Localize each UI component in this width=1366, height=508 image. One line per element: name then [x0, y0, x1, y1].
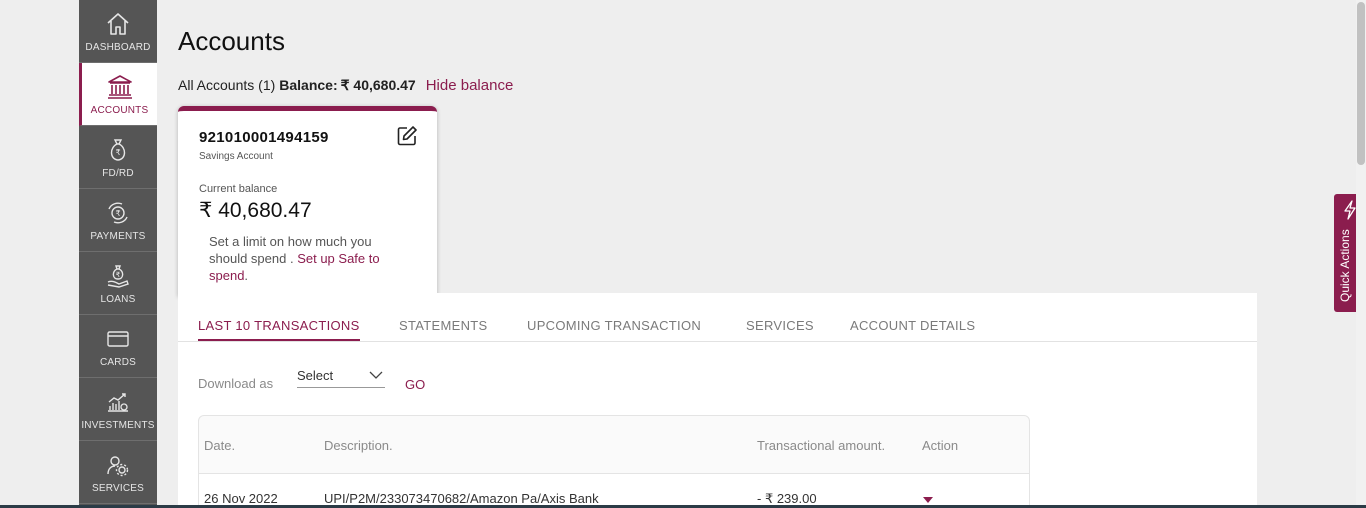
row-description: UPI/P2M/233073470682/Amazon Pa/Axis Bank: [324, 491, 599, 506]
current-balance-label: Current balance: [199, 183, 278, 195]
svg-text:₹: ₹: [115, 209, 120, 218]
accounts-summary: All Accounts (1) Balance: ₹ 40,680.47 Hi…: [178, 77, 513, 94]
sidebar-item-label: FD/RD: [102, 168, 134, 179]
go-button[interactable]: GO: [405, 377, 425, 392]
download-as-label: Download as: [198, 376, 274, 391]
row-date: 26 Nov 2022: [204, 491, 278, 506]
svg-text:₹: ₹: [115, 148, 120, 157]
account-card[interactable]: 921010001494159 Savings Account Current …: [178, 106, 437, 296]
sidebar-item-cards[interactable]: CARDS: [79, 315, 157, 378]
quick-actions-label: Quick Actions: [1338, 229, 1352, 302]
edit-icon[interactable]: [396, 125, 418, 147]
transactions-table: Date. Description. Transactional amount.…: [198, 415, 1030, 508]
sidebar-item-fdrd[interactable]: ₹ FD/RD: [79, 126, 157, 189]
payments-icon: ₹: [103, 198, 133, 228]
hide-balance-link[interactable]: Hide balance: [426, 77, 514, 94]
sidebar-item-services[interactable]: SERVICES: [79, 441, 157, 504]
sidebar-item-label: PAYMENTS: [90, 231, 146, 242]
header-date: Date.: [204, 438, 236, 453]
transactions-panel: LAST 10 TRANSACTIONS STATEMENTS UPCOMING…: [178, 293, 1257, 508]
sidebar-item-label: LOANS: [100, 294, 136, 305]
expand-row-icon[interactable]: [922, 491, 934, 503]
all-accounts-label: All Accounts (1): [178, 77, 276, 93]
table-row: 26 Nov 2022 UPI/P2M/233073470682/Amazon …: [199, 474, 1029, 508]
tab-statements[interactable]: STATEMENTS: [399, 318, 487, 339]
card-icon: [103, 324, 133, 354]
download-format-select[interactable]: Select: [297, 367, 385, 388]
account-type: Savings Account: [199, 151, 273, 162]
sidebar-item-label: ACCOUNTS: [90, 105, 149, 116]
sidebar-item-accounts[interactable]: ACCOUNTS: [79, 63, 157, 126]
sidebar-item-loans[interactable]: ₹ LOANS: [79, 252, 157, 315]
header-action: Action: [922, 438, 959, 453]
total-balance: ₹ 40,680.47: [340, 77, 416, 93]
chevron-down-icon: [369, 368, 383, 379]
services-icon: [103, 450, 133, 480]
sidebar-item-payments[interactable]: ₹ PAYMENTS: [79, 189, 157, 252]
safe-to-spend-text: Set a limit on how much you should spend…: [209, 233, 399, 284]
investments-icon: [103, 387, 133, 417]
download-format-value: Select: [297, 368, 334, 383]
svg-text:₹: ₹: [116, 271, 121, 279]
tab-account-details[interactable]: ACCOUNT DETAILS: [850, 318, 975, 339]
tab-services[interactable]: SERVICES: [746, 318, 814, 339]
account-tabs: LAST 10 TRANSACTIONS STATEMENTS UPCOMING…: [178, 293, 1257, 342]
current-balance-value: ₹ 40,680.47: [199, 199, 312, 222]
money-bag-icon: ₹: [103, 135, 133, 165]
page-title: Accounts: [178, 26, 285, 56]
sidebar-item-investments[interactable]: INVESTMENTS: [79, 378, 157, 441]
home-icon: [103, 9, 133, 39]
sidebar-item-label: SERVICES: [92, 483, 144, 494]
page-scrollbar[interactable]: [1356, 0, 1366, 508]
sidebar-item-label: INVESTMENTS: [81, 420, 155, 431]
sidebar-nav: DASHBOARD ACCOUNTS ₹ FD/RD ₹ PAYMENTS ₹ …: [79, 0, 157, 508]
sidebar-item-label: DASHBOARD: [85, 42, 151, 53]
limit-suffix: .: [244, 268, 249, 283]
sidebar-item-dashboard[interactable]: DASHBOARD: [79, 0, 157, 63]
bank-icon: [105, 72, 135, 102]
header-description: Description.: [324, 438, 393, 453]
loan-icon: ₹: [103, 261, 133, 291]
sidebar-item-label: CARDS: [99, 357, 136, 368]
scrollbar-thumb[interactable]: [1357, 2, 1365, 165]
account-number: 921010001494159: [199, 129, 329, 146]
balance-label: Balance:: [279, 77, 338, 93]
tab-last-10-transactions[interactable]: LAST 10 TRANSACTIONS: [198, 318, 360, 341]
header-amount: Transactional amount.: [757, 438, 886, 453]
tab-upcoming-transaction[interactable]: UPCOMING TRANSACTION: [527, 318, 701, 339]
